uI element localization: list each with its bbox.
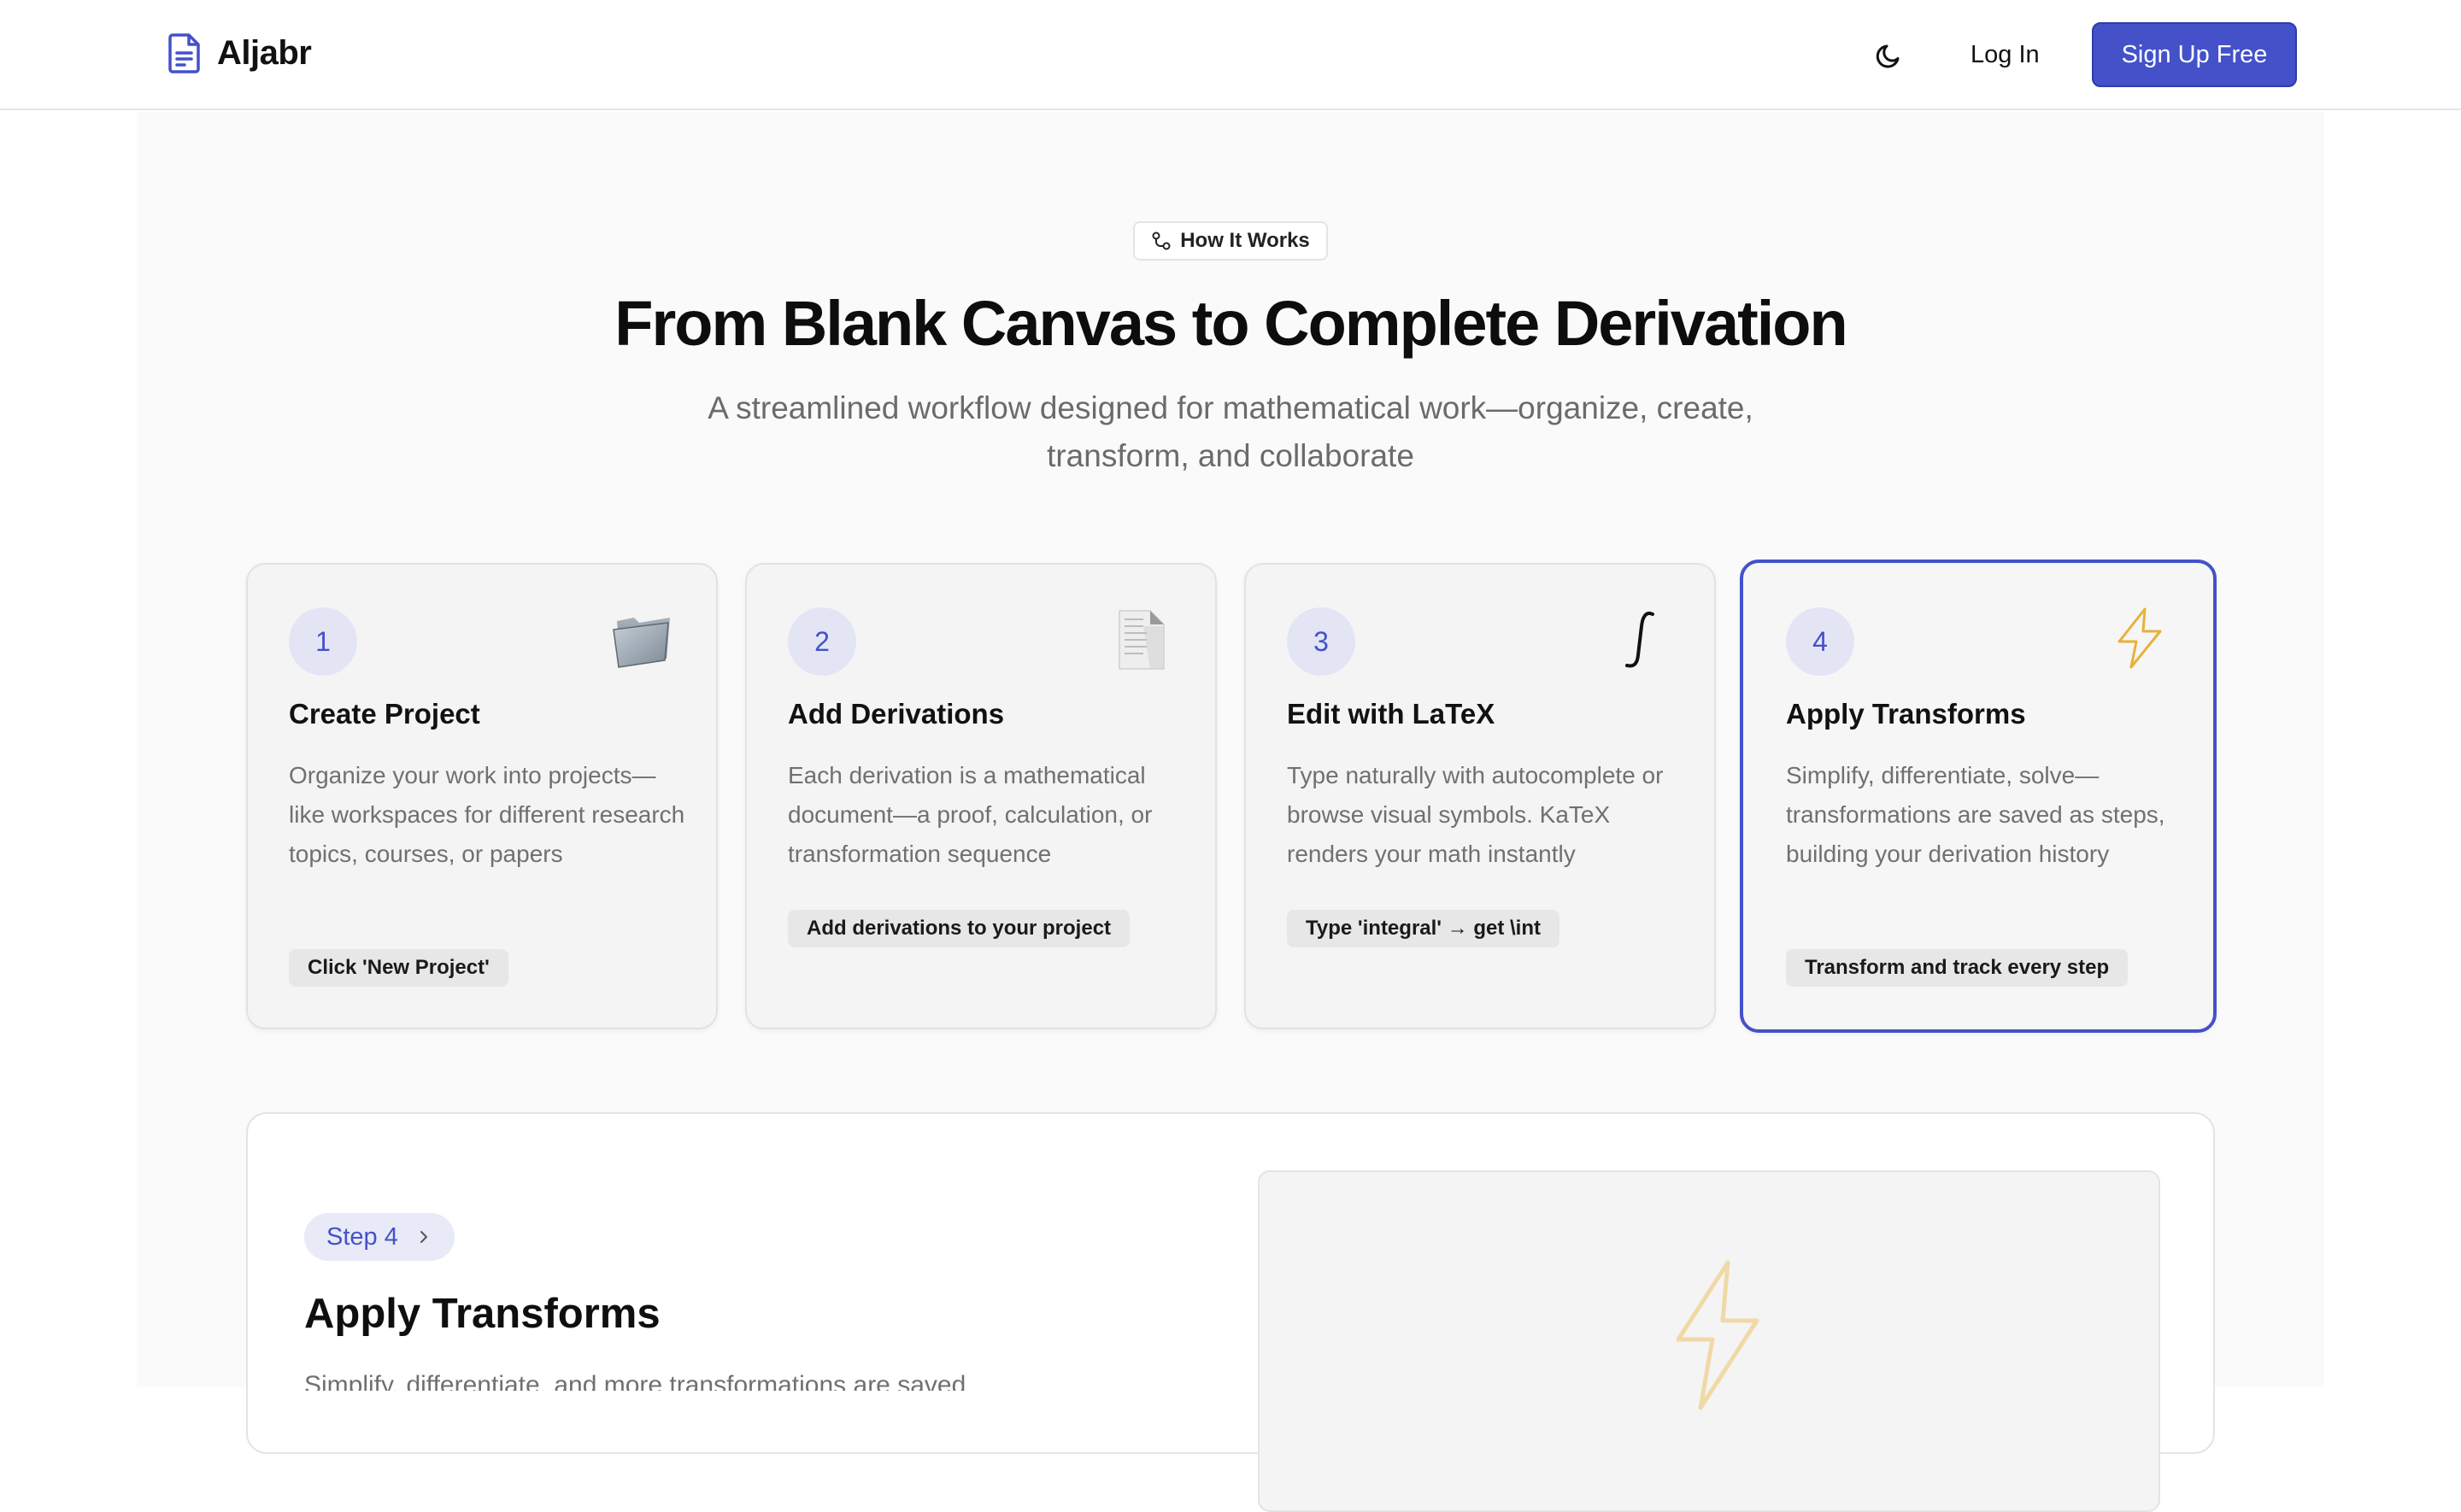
document-icon	[168, 33, 200, 73]
step-number: 1	[289, 607, 357, 676]
step-card-apply-transforms[interactable]: 4 Apply Transforms Simplify, differentia…	[1740, 560, 2217, 1033]
step-description: Simplify, differentiate, solve—transform…	[1786, 762, 2165, 867]
file-icon	[1109, 607, 1174, 672]
brand-logo[interactable]: Aljabr	[167, 32, 312, 73]
step-card-edit-latex[interactable]: 3 Edit with LaTeX Type naturally with au…	[1244, 563, 1716, 1029]
section-title: From Blank Canvas to Complete Derivation	[614, 288, 1847, 359]
step-hint-tag: Type 'integral' → get \int	[1287, 910, 1559, 947]
step-number: 2	[788, 607, 856, 676]
subtitle-line-2: transform, and collaborate	[1047, 438, 1414, 473]
signup-button[interactable]: Sign Up Free	[2092, 22, 2297, 87]
subtitle-line-1: A streamlined workflow designed for math…	[708, 390, 1753, 425]
step-card-create-project[interactable]: 1 Create Project Organize your work into…	[246, 563, 718, 1029]
detail-illustration	[1258, 1170, 2160, 1512]
lightning-icon	[1676, 1260, 1759, 1410]
step-indicator[interactable]: Step 4	[304, 1213, 455, 1261]
step-indicator-label: Step 4	[326, 1222, 398, 1251]
detail-description: Simplify, differentiate, and more transf…	[304, 1371, 966, 1391]
step-description: Organize your work into projects—like wo…	[289, 762, 685, 867]
detail-title: Apply Transforms	[304, 1291, 661, 1337]
folder-icon	[610, 607, 675, 672]
step-number: 3	[1287, 607, 1355, 676]
step-hint-tag: Transform and track every step	[1786, 949, 2129, 987]
step-title: Create Project	[289, 698, 480, 730]
top-navigation-bar: Aljabr Log In Sign Up Free	[0, 0, 2461, 110]
workflow-icon	[1152, 231, 1171, 250]
lightning-icon	[2107, 606, 2172, 671]
step-number: 4	[1786, 607, 1854, 676]
step-title: Add Derivations	[788, 698, 1005, 730]
step-description: Each derivation is a mathematical docume…	[788, 762, 1153, 867]
step-hint-tag: Click 'New Project'	[289, 949, 508, 987]
step-description: Type naturally with autocomplete or brow…	[1287, 762, 1664, 867]
step-title: Edit with LaTeX	[1287, 698, 1495, 730]
badge-label: How It Works	[1180, 229, 1310, 252]
how-it-works-badge: How It Works	[1133, 221, 1328, 261]
theme-toggle-button[interactable]	[1873, 38, 1907, 72]
section-subtitle: A streamlined workflow designed for math…	[649, 384, 1812, 480]
step-title: Apply Transforms	[1786, 698, 2026, 730]
step-detail-panel: Step 4 Apply Transforms Simplify, differ…	[246, 1112, 2215, 1512]
chevron-right-icon	[420, 1231, 427, 1243]
step-card-add-derivations[interactable]: 2 Add Derivations Each derivation is a m…	[745, 563, 1217, 1029]
step-hint-tag: Add derivations to your project	[788, 910, 1131, 947]
login-button[interactable]: Log In	[1962, 34, 2048, 75]
moon-icon	[1876, 44, 1900, 68]
brand-name: Aljabr	[217, 33, 312, 72]
integral-icon	[1608, 607, 1673, 672]
